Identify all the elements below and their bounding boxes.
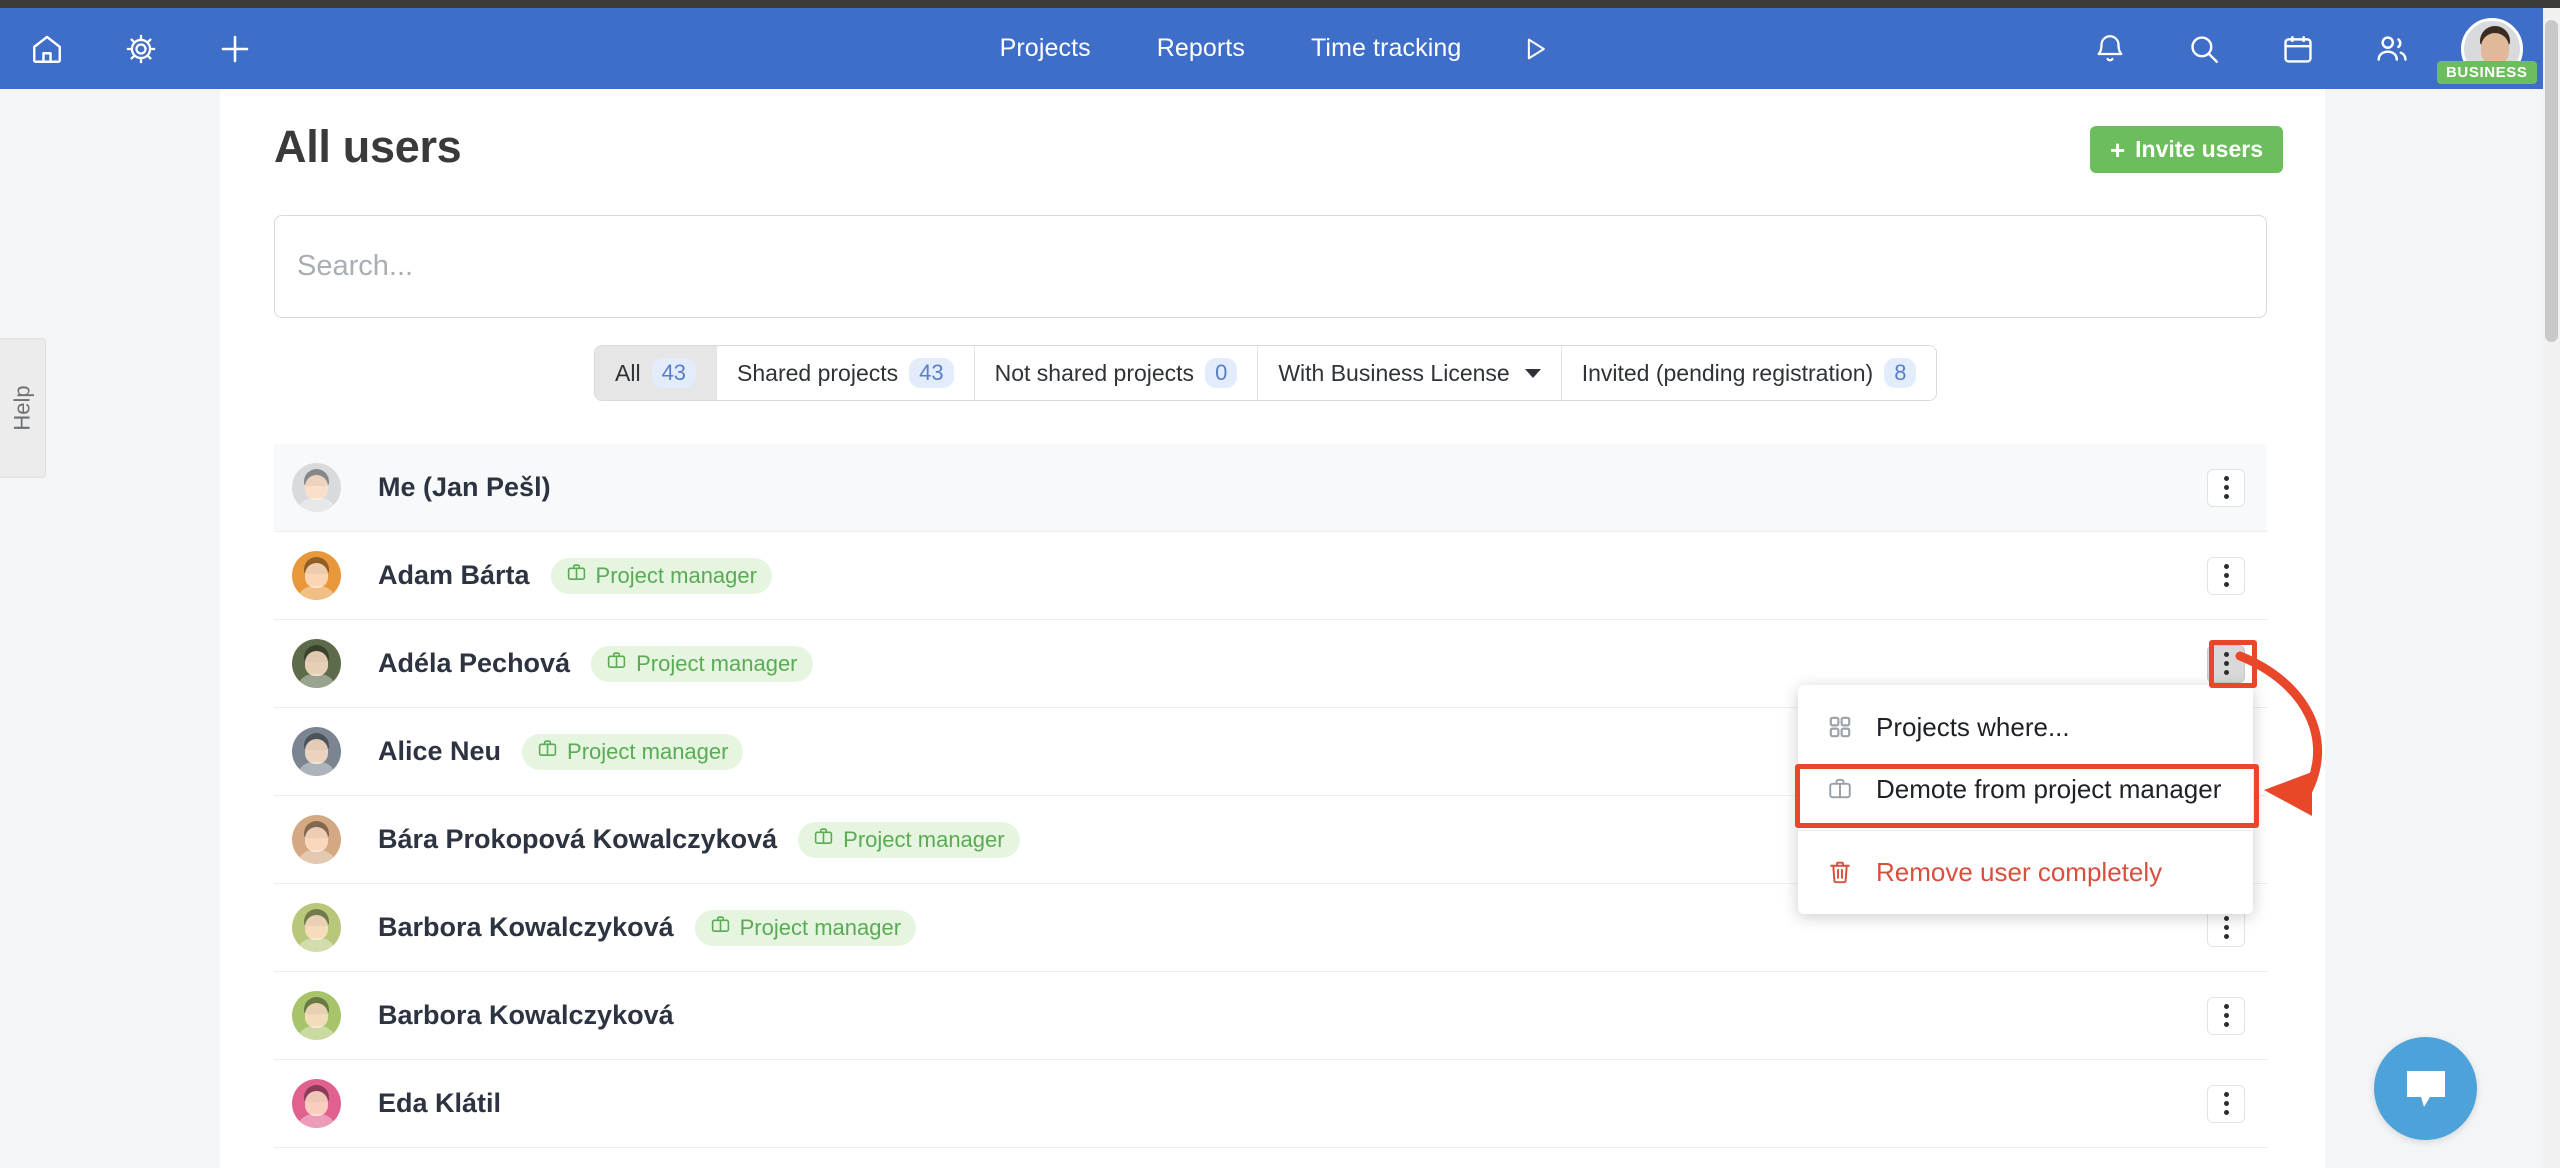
nav-right-group: BUSINESS [2085,17,2537,84]
row-actions-kebab-button[interactable] [2207,996,2245,1035]
status-badge-label: Project manager [567,738,729,764]
nav-links-group: Projects Reports Time tracking [967,34,1577,64]
row-actions-kebab-button[interactable] [2207,644,2245,683]
status-badge: Project manager [798,821,1020,858]
status-badge-label: Project manager [595,562,757,588]
avatar [292,903,341,952]
chevron-down-icon [1524,368,1541,378]
avatar [292,815,341,864]
invite-users-label: Invite users [2135,136,2263,162]
page-scrollbar-thumb[interactable] [2545,20,2558,342]
user-name: Adéla Pechová [378,648,571,678]
status-badge: Project manager [591,645,813,682]
table-row[interactable]: Me (Jan Pešl) [274,444,2267,532]
filter-tab-not-shared-projects-label: Not shared projects [994,359,1195,386]
filter-tab-invited[interactable]: Invited (pending registration) 8 [1561,346,1937,400]
avatar [292,463,341,512]
filter-tab-invited-label: Invited (pending registration) [1581,359,1874,386]
briefcase-icon [813,826,834,853]
grid-icon [1826,713,1854,741]
avatar [292,727,341,776]
search-box [274,215,2267,318]
row-actions-kebab-button[interactable] [2207,468,2245,507]
briefcase-icon [606,650,627,677]
avatar[interactable]: BUSINESS [2437,17,2537,84]
menu-divider [1798,830,2253,831]
chat-bubble-glyph [2406,1070,2445,1107]
filter-tabs: All 43 Shared projects 43 Not shared pro… [594,345,1938,401]
table-row[interactable]: Barbora Kowalczyková [274,972,2267,1060]
filter-tab-shared-projects[interactable]: Shared projects 43 [717,346,975,400]
menu-item-demote-label: Demote from project manager [1876,773,2222,804]
row-actions-kebab-button[interactable] [2207,1084,2245,1123]
briefcase-icon [537,738,558,765]
menu-item-demote-from-project-manager[interactable]: Demote from project manager [1798,758,2253,820]
browser-chrome-strip [0,0,2560,8]
search-input[interactable] [275,216,2266,317]
menu-item-remove-user-completely[interactable]: Remove user completely [1798,841,2253,903]
briefcase-icon [566,562,587,589]
help-tab-label: Help [9,385,35,431]
menu-item-projects-where[interactable]: Projects where... [1798,696,2253,758]
status-badge: Project manager [550,557,772,594]
bell-icon[interactable] [2085,24,2135,74]
people-icon[interactable] [2367,24,2417,74]
play-triangle-icon[interactable] [1494,34,1576,64]
invite-users-button[interactable]: + Invite users [2089,126,2283,173]
calendar-icon[interactable] [2273,24,2323,74]
avatar [292,1079,341,1128]
table-row[interactable]: Eda Klátil [274,1060,2267,1148]
avatar [292,991,341,1040]
filter-tab-all-count: 43 [651,358,697,388]
status-badge-label: Project manager [739,914,902,940]
status-badge-label: Project manager [636,650,798,676]
filter-tab-shared-projects-count: 43 [909,358,954,388]
help-tab[interactable]: Help [0,338,46,478]
avatar [292,551,341,600]
nav-link-reports[interactable]: Reports [1124,34,1278,63]
trash-icon [1826,858,1854,886]
home-icon[interactable] [22,24,72,74]
filter-tab-all-label: All [615,359,641,386]
user-actions-dropdown: Projects where... Demote from project ma… [1798,685,2253,914]
nav-left-group [0,24,260,74]
menu-item-remove-user-label: Remove user completely [1876,856,2163,887]
briefcase-icon [710,914,731,941]
user-name: Adam Bárta [378,560,530,590]
user-name: Barbora Kowalczyková [378,912,674,942]
status-badge: Project manager [694,909,917,946]
plus-icon: + [2109,134,2126,165]
filter-tab-not-shared-projects[interactable]: Not shared projects 0 [974,346,1259,400]
filter-tab-all[interactable]: All 43 [595,346,718,400]
briefcase-icon [1826,775,1854,803]
nav-link-time-tracking[interactable]: Time tracking [1278,34,1494,63]
nav-link-projects[interactable]: Projects [967,34,1124,63]
filter-tab-shared-projects-label: Shared projects [737,359,899,386]
business-badge: BUSINESS [2437,60,2537,84]
plus-icon[interactable] [210,24,260,74]
user-name: Me (Jan Pešl) [378,472,551,502]
page-title: All users [274,121,462,172]
filter-tab-with-business-license-label: With Business License [1278,359,1510,386]
user-name: Barbora Kowalczyková [378,1000,674,1030]
row-actions-kebab-button[interactable] [2207,908,2245,947]
user-name: Eda Klátil [378,1088,502,1118]
avatar [292,639,341,688]
chat-bubble-icon[interactable] [2374,1037,2477,1140]
gear-icon[interactable] [116,24,166,74]
user-name: Bára Prokopová Kowalczyková [378,824,778,854]
menu-item-projects-where-label: Projects where... [1876,711,2070,742]
search-icon[interactable] [2179,24,2229,74]
filter-tab-with-business-license[interactable]: With Business License [1258,346,1562,400]
table-row[interactable]: Adam Bárta Project manager [274,532,2267,620]
user-name: Alice Neu [378,736,502,766]
filter-tab-invited-count: 8 [1884,358,1917,388]
page-scrollbar-track[interactable] [2543,8,2560,1168]
top-navigation-bar: Projects Reports Time tracking BUSINESS [0,8,2543,89]
filter-tab-not-shared-projects-count: 0 [1205,358,1238,388]
row-actions-kebab-button[interactable] [2207,556,2245,595]
status-badge: Project manager [522,733,744,770]
status-badge-label: Project manager [843,826,1005,852]
